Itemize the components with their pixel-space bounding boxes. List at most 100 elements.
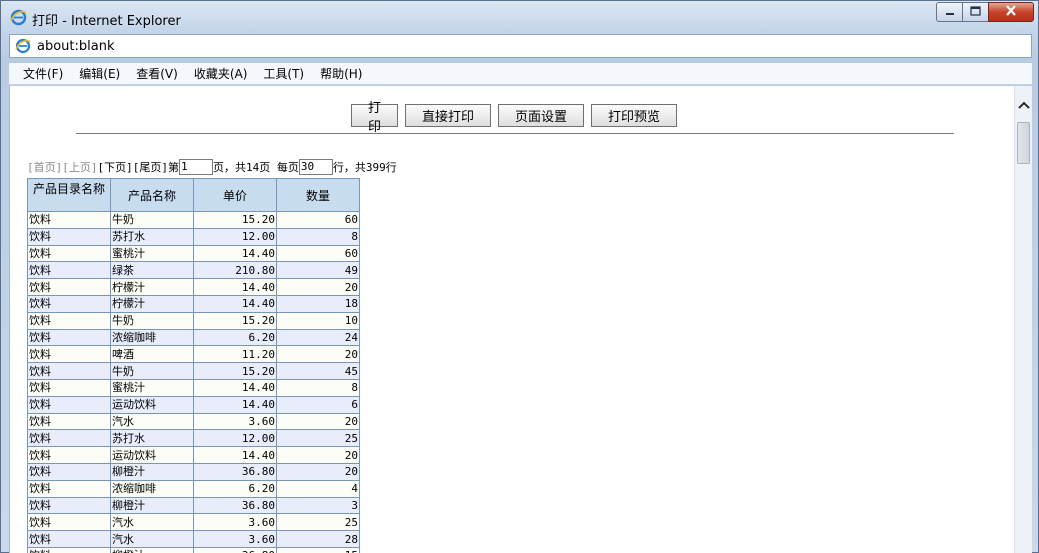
cell-product: 牛奶 <box>110 311 194 330</box>
table-row: 饮料 牛奶 15.20 10 <box>27 311 360 330</box>
table-row: 饮料 汽水 3.60 25 <box>27 513 360 532</box>
cell-product: 汽水 <box>110 513 194 532</box>
menu-view[interactable]: 查看(V) <box>128 65 186 82</box>
cell-quantity: 60 <box>276 211 360 229</box>
cell-price: 12.00 <box>193 227 277 246</box>
cell-category: 饮料 <box>27 513 111 532</box>
address-bar[interactable]: about:blank <box>9 34 1032 58</box>
title-bar[interactable]: 打印 - Internet Explorer <box>1 1 1039 31</box>
cell-quantity: 25 <box>276 429 360 448</box>
menu-tools[interactable]: 工具(T) <box>255 65 312 82</box>
rows-per-page-input[interactable]: 30 <box>298 159 333 175</box>
cell-category: 饮料 <box>27 479 111 498</box>
ie-logo-icon <box>15 38 31 54</box>
close-icon <box>1005 5 1017 19</box>
cell-price: 210.80 <box>193 261 277 280</box>
cell-price: 3.60 <box>193 530 277 548</box>
table-row: 饮料 汽水 3.60 20 <box>27 412 360 431</box>
minimize-icon <box>945 5 955 19</box>
print-toolbar: 打印 直接打印 页面设置 打印预览 <box>351 101 684 135</box>
print-preview-button[interactable]: 打印预览 <box>591 104 677 127</box>
cell-category: 饮料 <box>27 261 111 280</box>
browser-window: 打印 - Internet Explorer about:blank 文件(F)… <box>0 0 1039 553</box>
cell-price: 14.40 <box>193 378 277 397</box>
cell-category: 饮料 <box>27 227 111 246</box>
cell-quantity: 15 <box>276 546 360 553</box>
cell-price: 6.20 <box>193 479 277 498</box>
cell-quantity: 20 <box>276 446 360 464</box>
cell-quantity: 6 <box>276 395 360 414</box>
table-row: 饮料 汽水 3.60 28 <box>27 530 360 548</box>
table-row: 饮料 牛奶 15.20 60 <box>27 211 360 229</box>
cell-product: 浓缩咖啡 <box>110 328 194 347</box>
table-row: 饮料 苏打水 12.00 25 <box>27 429 360 448</box>
cell-product: 柳橙汁 <box>110 496 194 515</box>
cell-category: 饮料 <box>27 429 111 448</box>
cell-price: 3.60 <box>193 412 277 431</box>
table-row: 饮料 浓缩咖啡 6.20 24 <box>27 328 360 347</box>
print-button[interactable]: 打印 <box>351 101 398 135</box>
cell-quantity: 60 <box>276 244 360 263</box>
cell-product: 绿茶 <box>110 261 194 280</box>
next-page-link[interactable]: [下页] <box>98 159 133 175</box>
cell-category: 饮料 <box>27 496 111 515</box>
cell-price: 36.80 <box>193 546 277 553</box>
page-setup-button[interactable]: 页面设置 <box>498 104 584 127</box>
cell-price: 11.20 <box>193 345 277 364</box>
column-header-price: 单价 <box>193 178 277 212</box>
vertical-scrollbar[interactable] <box>1014 86 1032 553</box>
cell-quantity: 20 <box>276 412 360 431</box>
scroll-up-button[interactable] <box>1015 96 1032 114</box>
direct-print-button[interactable]: 直接打印 <box>405 104 491 127</box>
cell-quantity: 45 <box>276 362 360 380</box>
last-page-link[interactable]: [尾页] <box>133 159 168 175</box>
scroll-thumb[interactable] <box>1017 122 1030 164</box>
page-prefix-label: 第 <box>168 161 179 174</box>
minimize-button[interactable] <box>936 2 963 22</box>
cell-price: 36.80 <box>193 462 277 481</box>
table-row: 饮料 运动饮料 14.40 20 <box>27 446 360 464</box>
cell-quantity: 4 <box>276 479 360 498</box>
menu-favorites[interactable]: 收藏夹(A) <box>186 65 256 82</box>
page-number-input[interactable]: 1 <box>179 159 213 175</box>
menu-edit[interactable]: 编辑(E) <box>71 65 128 82</box>
cell-product: 汽水 <box>110 530 194 548</box>
cell-category: 饮料 <box>27 378 111 397</box>
ie-logo-icon <box>10 9 27 26</box>
cell-price: 12.00 <box>193 429 277 448</box>
cell-price: 14.40 <box>193 244 277 263</box>
table-row: 饮料 柳橙汁 36.80 3 <box>27 496 360 515</box>
restore-button[interactable] <box>962 2 989 22</box>
menu-help[interactable]: 帮助(H) <box>312 65 370 82</box>
chevron-up-icon <box>1017 98 1030 112</box>
cell-product: 牛奶 <box>110 362 194 380</box>
table-row: 饮料 啤酒 11.20 20 <box>27 345 360 364</box>
cell-quantity: 8 <box>276 227 360 246</box>
table-row: 饮料 柳橙汁 36.80 20 <box>27 462 360 481</box>
cell-product: 汽水 <box>110 412 194 431</box>
cell-quantity: 20 <box>276 278 360 296</box>
cell-category: 饮料 <box>27 244 111 263</box>
cell-product: 柠檬汁 <box>110 278 194 296</box>
cell-category: 饮料 <box>27 462 111 481</box>
cell-product: 牛奶 <box>110 211 194 229</box>
pager: [首页] [上页] [下页] [尾页] 第 1 页，共14页 每页 30 行，共… <box>27 159 397 175</box>
cell-product: 浓缩咖啡 <box>110 479 194 498</box>
close-button[interactable] <box>988 2 1034 22</box>
column-header-category: 产品目录名称 <box>27 178 111 212</box>
cell-quantity: 8 <box>276 378 360 397</box>
product-table: 产品目录名称 产品名称 单价 数量 饮料 牛奶 15.20 60 饮料 苏打水 12.00 8… <box>27 178 360 553</box>
cell-product: 蜜桃汁 <box>110 378 194 397</box>
address-url: about:blank <box>37 39 115 54</box>
column-header-quantity: 数量 <box>276 178 360 212</box>
cell-price: 3.60 <box>193 513 277 532</box>
cell-category: 饮料 <box>27 328 111 347</box>
cell-price: 36.80 <box>193 496 277 515</box>
table-row: 饮料 蜜桃汁 14.40 8 <box>27 378 360 397</box>
cell-product: 运动饮料 <box>110 446 194 464</box>
cell-product: 啤酒 <box>110 345 194 364</box>
window-title: 打印 - Internet Explorer <box>32 14 181 29</box>
cell-product: 运动饮料 <box>110 395 194 414</box>
row-count-label: 行，共399行 <box>332 161 397 174</box>
menu-file[interactable]: 文件(F) <box>15 65 71 82</box>
